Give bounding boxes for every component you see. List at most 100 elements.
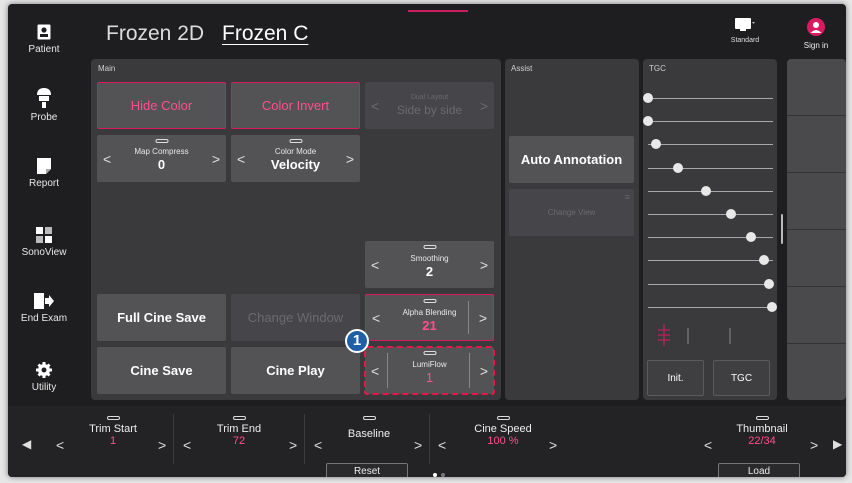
smoothing-control[interactable]: < > Smoothing 2 [365,241,494,288]
tgc-slider-knob[interactable] [651,139,661,149]
indicator-pill-icon [423,245,436,249]
tgc-slider-knob[interactable] [746,232,756,242]
tgc-slider-track[interactable] [648,98,773,99]
baseline-control[interactable]: Baseline [334,416,404,440]
hide-color-button[interactable]: Hide Color [97,82,226,129]
change-window-button[interactable]: Change Window [231,294,360,341]
chevron-left-icon[interactable]: < [183,437,191,453]
divider [787,343,846,344]
sign-in-button[interactable]: Sign in [796,18,836,50]
page-dot [441,473,445,477]
rail-label: Utility [31,382,57,393]
alpha-blending-value: 21 [422,318,437,333]
thumbnail-control[interactable]: Thumbnail 22/34 [722,416,802,447]
chevron-left-icon[interactable]: < [438,437,446,453]
standard-layout-button[interactable]: Standard [720,18,770,44]
tgc-slider-track[interactable] [648,214,773,215]
page-left-triangle-icon[interactable]: ◀ [22,437,31,451]
alpha-blending-control[interactable]: < > Alpha Blending 21 [365,294,494,341]
chevron-left-icon[interactable]: < [704,437,712,453]
ultrasound-touch-screen: Patient Probe Report SonoView End Exam U… [8,4,846,477]
chevron-right-icon[interactable]: > [810,437,818,453]
tgc-init-button[interactable]: Init. [647,360,704,396]
alpha-blending-caption: Alpha Blending [402,308,457,317]
tgc-button[interactable]: TGC [713,360,770,396]
indicator-pill-icon [289,139,302,143]
cine-speed-control[interactable]: Cine Speed 100 % [463,416,543,447]
tgc-slider-knob[interactable] [643,116,653,126]
rail-item-report[interactable]: Report [8,158,80,189]
tgc-slider-track[interactable] [648,284,773,285]
divider [787,229,846,230]
chevron-right-icon[interactable]: > [414,437,422,453]
tgc-curve-icon [658,324,731,346]
indicator-pill-icon [496,416,510,420]
dual-layout-control[interactable]: < > Dual Layout Side by side [365,82,494,129]
tgc-slider-knob[interactable] [726,209,736,219]
color-mode-caption: Color Mode [274,147,317,156]
chevron-left-icon[interactable]: < [314,437,322,453]
standard-label: Standard [730,37,760,44]
indicator-pill-icon [755,416,769,420]
tgc-slider-knob[interactable] [701,186,711,196]
tgc-slider-track[interactable] [648,168,773,169]
indicator-pill-icon [155,139,168,143]
tab-frozen-2d[interactable]: Frozen 2D [106,22,204,46]
page-indicator [433,473,447,477]
dual-layout-caption: Dual Layout [410,94,449,101]
tgc-slider-knob[interactable] [764,279,774,289]
divider [787,172,846,173]
thumbnail-caption: Thumbnail [736,423,788,435]
rail-item-sonoview[interactable]: SonoView [8,227,80,258]
baseline-reset-button[interactable]: Reset [326,463,408,477]
tgc-slider-track[interactable] [648,121,773,122]
chevron-right-icon[interactable]: > [549,437,557,453]
cine-save-button[interactable]: Cine Save [97,347,226,394]
full-cine-save-button[interactable]: Full Cine Save [97,294,226,341]
tgc-slider-knob[interactable] [673,163,683,173]
rail-item-patient[interactable]: Patient [8,24,80,55]
trim-end-control[interactable]: Trim End 72 [204,416,274,447]
trim-start-control[interactable]: Trim Start 1 [78,416,148,447]
tgc-slider-track[interactable] [648,144,773,145]
chevron-left-icon[interactable]: < [56,437,64,453]
divider [787,115,846,116]
user-avatar-icon [807,18,825,36]
rail-label: Probe [30,112,58,123]
rail-label: Report [28,178,59,189]
tgc-slider-knob[interactable] [759,255,769,265]
map-compress-control[interactable]: < > Map Compress 0 [97,135,226,182]
rail-item-utility[interactable]: Utility [8,362,80,393]
trim-end-value: 72 [232,435,246,447]
map-compress-value: 0 [157,157,166,172]
lumiflow-control[interactable]: < > LumiFlow 1 [364,346,495,395]
rail-item-end-exam[interactable]: End Exam [8,293,80,324]
cine-play-button[interactable]: Cine Play [231,347,360,394]
divider [787,286,846,287]
tgc-slider-knob[interactable] [767,302,777,312]
tgc-slider-track[interactable] [648,260,773,261]
auto-annotation-button[interactable]: Auto Annotation [509,136,634,183]
probe-icon [37,88,51,108]
tgc-slider-track[interactable] [648,307,773,308]
tgc-slider-knob[interactable] [643,93,653,103]
tgc-panel [643,59,777,400]
chevron-right-icon[interactable]: > [158,437,166,453]
lumiflow-value: 1 [425,370,434,385]
monitor-icon [735,18,755,31]
chevron-right-icon[interactable]: > [289,437,297,453]
active-indicator [408,10,468,12]
change-view-button[interactable]: Change View ≡ [509,189,634,236]
indicator-pill-icon [423,351,436,355]
color-invert-button[interactable]: Color Invert [231,82,360,129]
thumbnail-load-button[interactable]: Load [718,463,800,477]
menu-icon: ≡ [624,192,630,202]
cine-speed-value: 100 % [487,435,519,447]
color-mode-control[interactable]: < > Color Mode Velocity [231,135,360,182]
tab-frozen-c[interactable]: Frozen C [222,22,308,46]
scroll-handle[interactable] [781,214,783,244]
page-right-triangle-icon[interactable]: ▶ [833,437,842,451]
smoothing-caption: Smoothing [410,254,449,263]
rail-item-probe[interactable]: Probe [8,88,80,123]
lumiflow-caption: LumiFlow [412,360,447,369]
